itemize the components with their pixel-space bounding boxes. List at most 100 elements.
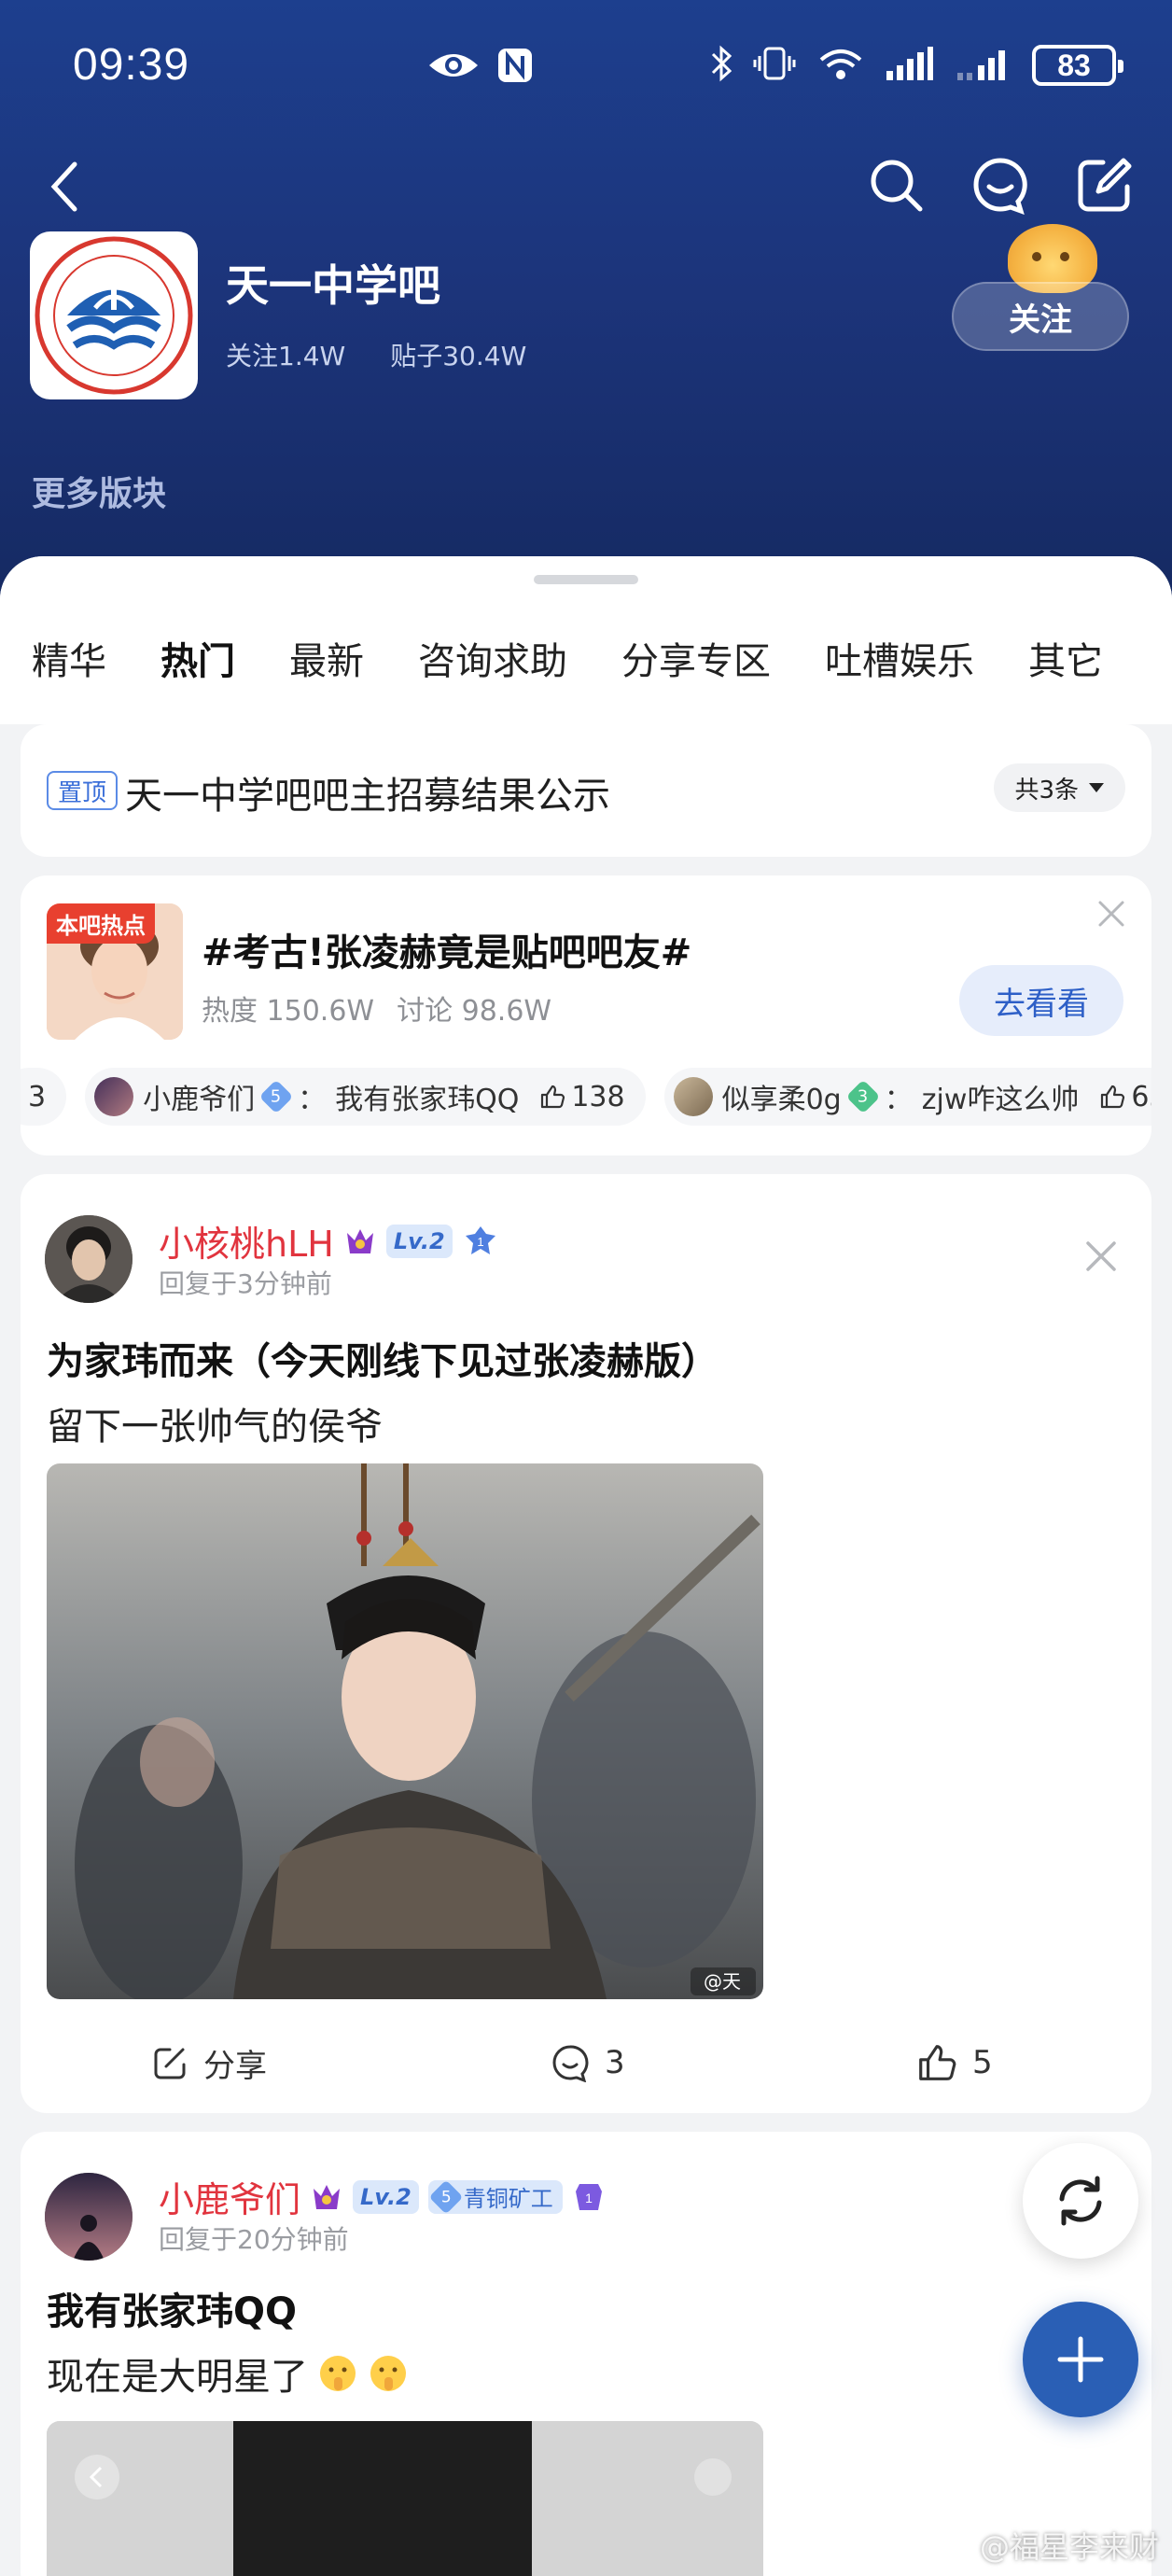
thumbs-up-icon: [919, 2045, 956, 2080]
follow-area: 关注: [952, 224, 1129, 355]
hot-topic-card[interactable]: 本吧热点 #考古!张凌赫竟是贴吧吧友# 热度 150.6W 讨论 98.6W 去…: [21, 875, 1151, 1155]
refresh-icon: [1059, 2176, 1102, 2226]
pinned-count-dropdown[interactable]: 共3条: [994, 763, 1125, 812]
hot-comments-row: 3 小鹿爷们 5 ： 我有张家玮QQ 138 似享柔0g 3 ： zjw咋这么帅…: [21, 1064, 1151, 1129]
rank-badge-icon: 1: [465, 1225, 495, 1254]
nfc-icon: [496, 47, 534, 88]
post-card[interactable]: 小核桃hLH Lv.2 1 回复于3分钟前 为家玮而来（今天刚线下见过张凌赫版）…: [21, 1174, 1151, 2113]
post-image[interactable]: [47, 2421, 763, 2576]
close-icon[interactable]: [1084, 1239, 1118, 1277]
like-button[interactable]: 5: [916, 2042, 993, 2083]
crown-icon: [314, 2184, 341, 2209]
shush-emoji-icon: [320, 2356, 356, 2391]
shush-emoji-icon: [370, 2356, 406, 2391]
bluetooth-icon: [711, 45, 732, 86]
pinned-title[interactable]: 天一中学吧吧主招募结果公示: [125, 765, 610, 819]
hot-discuss: 讨论 98.6W: [397, 995, 552, 1028]
signal-2-icon: [956, 45, 1012, 86]
pinned-post[interactable]: 置顶 天一中学吧吧主招募结果公示 共3条: [21, 724, 1151, 857]
search-icon[interactable]: [866, 155, 926, 218]
weibo-logo-icon: [942, 2533, 974, 2559]
comment-pill[interactable]: 似享柔0g 3 ： zjw咋这么帅 63: [663, 1068, 1151, 1126]
post-username[interactable]: 小核桃hLH Lv.2 1: [159, 1215, 499, 1267]
post-card[interactable]: 小鹿爷们 Lv.2 5 青铜矿工 1 回复于20分钟前 我有张家玮QQ 现在是大…: [21, 2132, 1151, 2576]
avatar[interactable]: [45, 1215, 133, 1303]
svg-text:1: 1: [477, 1235, 483, 1249]
status-time: 09:39: [73, 40, 190, 90]
follow-button[interactable]: 关注: [952, 282, 1129, 351]
comment-pill[interactable]: 小鹿爷们 5 ： 我有张家玮QQ 138: [85, 1068, 646, 1126]
tab-fun[interactable]: 吐槽娱乐: [825, 631, 974, 685]
hot-topic-title[interactable]: #考古!张凌赫竟是贴吧吧友#: [202, 922, 691, 976]
post-title[interactable]: 为家玮而来（今天刚线下见过张凌赫版）: [47, 1331, 719, 1385]
go-see-button[interactable]: 去看看: [959, 965, 1123, 1036]
comment-pill[interactable]: 3: [21, 1068, 67, 1126]
reply-time: 回复于20分钟前: [159, 2224, 349, 2255]
tab-share[interactable]: 分享专区: [621, 631, 771, 685]
comment-button[interactable]: 3: [551, 2043, 625, 2082]
top-nav: [0, 149, 1172, 224]
svg-text:@天: @天: [704, 1970, 741, 1993]
thumbs-up-icon: [1101, 1085, 1125, 1109]
share-button[interactable]: 分享: [151, 2040, 267, 2086]
comment-text: zjw咋这么帅: [921, 1084, 1080, 1116]
thumbs-up-icon: [541, 1085, 565, 1109]
gem-icon: 5: [428, 2179, 464, 2214]
pinned-tag: 置顶: [47, 771, 119, 810]
wifi-icon: [817, 45, 864, 86]
posts-count: 贴子30.4W: [390, 341, 527, 371]
drag-handle[interactable]: [534, 575, 638, 584]
forum-header: 09:39 83 天一中学吧 关注1.4W 贴子30.4W 关注 更多版块: [0, 0, 1172, 653]
forum-logo[interactable]: [30, 231, 198, 399]
crown-icon: [346, 1228, 373, 1253]
post-username[interactable]: 小鹿爷们 Lv.2 5 青铜矿工 1: [159, 2171, 606, 2222]
message-icon[interactable]: [970, 155, 1030, 218]
comment-partial-count: 3: [28, 1080, 47, 1113]
new-post-button[interactable]: [1023, 2302, 1138, 2417]
close-icon[interactable]: [1097, 900, 1125, 931]
title-badge: 5 青铜矿工: [427, 2179, 563, 2214]
edit-post-icon[interactable]: [1075, 155, 1135, 218]
svg-text:1: 1: [585, 2191, 593, 2205]
back-arrow-icon[interactable]: [47, 159, 84, 218]
comment-likes: 138: [571, 1080, 625, 1113]
tab-hot[interactable]: 热门: [160, 631, 235, 685]
hot-topic-thumbnail: 本吧热点: [47, 903, 183, 1040]
followers-count: 关注1.4W: [226, 341, 346, 371]
level-badge: Lv.2: [353, 2179, 419, 2214]
status-bar: 09:39 83: [73, 37, 1123, 97]
avatar[interactable]: [45, 2173, 133, 2261]
forum-title: 天一中学吧: [226, 260, 440, 311]
post-actions: 分享 3 5: [21, 2035, 1151, 2091]
tab-help[interactable]: 咨询求助: [418, 631, 567, 685]
post-body[interactable]: 现在是大明星了: [47, 2346, 409, 2401]
tab-bar: 精华 热门 最新 咨询求助 分享专区 吐槽娱乐 其它: [32, 631, 1157, 685]
reply-time: 回复于3分钟前: [159, 1268, 332, 1299]
eye-icon: [427, 49, 480, 86]
level-badge: Lv.2: [385, 1224, 453, 1258]
comment-icon: [552, 2045, 589, 2082]
refresh-button[interactable]: [1023, 2143, 1138, 2259]
post-body[interactable]: 留下一张帅气的侯爷: [47, 1396, 383, 1450]
comment-user: 似享柔0g: [721, 1084, 842, 1116]
tab-latest[interactable]: 最新: [289, 631, 364, 685]
level-badge: 3: [845, 1079, 881, 1114]
post-image[interactable]: @天: [47, 1463, 763, 1999]
rank-badge-icon: 1: [575, 2183, 602, 2210]
forum-stats: 关注1.4W 贴子30.4W: [226, 336, 526, 373]
level-badge: 5: [258, 1079, 294, 1114]
signal-icon: [885, 45, 935, 86]
more-sections-label[interactable]: 更多版块: [32, 467, 166, 515]
battery-indicator: 83: [1032, 45, 1123, 86]
caret-down-icon: [1089, 783, 1104, 792]
image-watermark: @福星李来财: [942, 2524, 1159, 2567]
tab-other[interactable]: 其它: [1028, 631, 1103, 685]
post-title[interactable]: 我有张家玮QQ: [47, 2281, 297, 2335]
avatar: [94, 1077, 134, 1116]
hot-topic-stats: 热度 150.6W 讨论 98.6W: [202, 987, 551, 1029]
share-icon: [154, 2048, 186, 2079]
comment-text: 我有张家玮QQ: [335, 1084, 520, 1116]
vibrate-icon: [752, 45, 797, 86]
tab-featured[interactable]: 精华: [32, 631, 106, 685]
hot-heat: 热度 150.6W: [202, 995, 375, 1028]
